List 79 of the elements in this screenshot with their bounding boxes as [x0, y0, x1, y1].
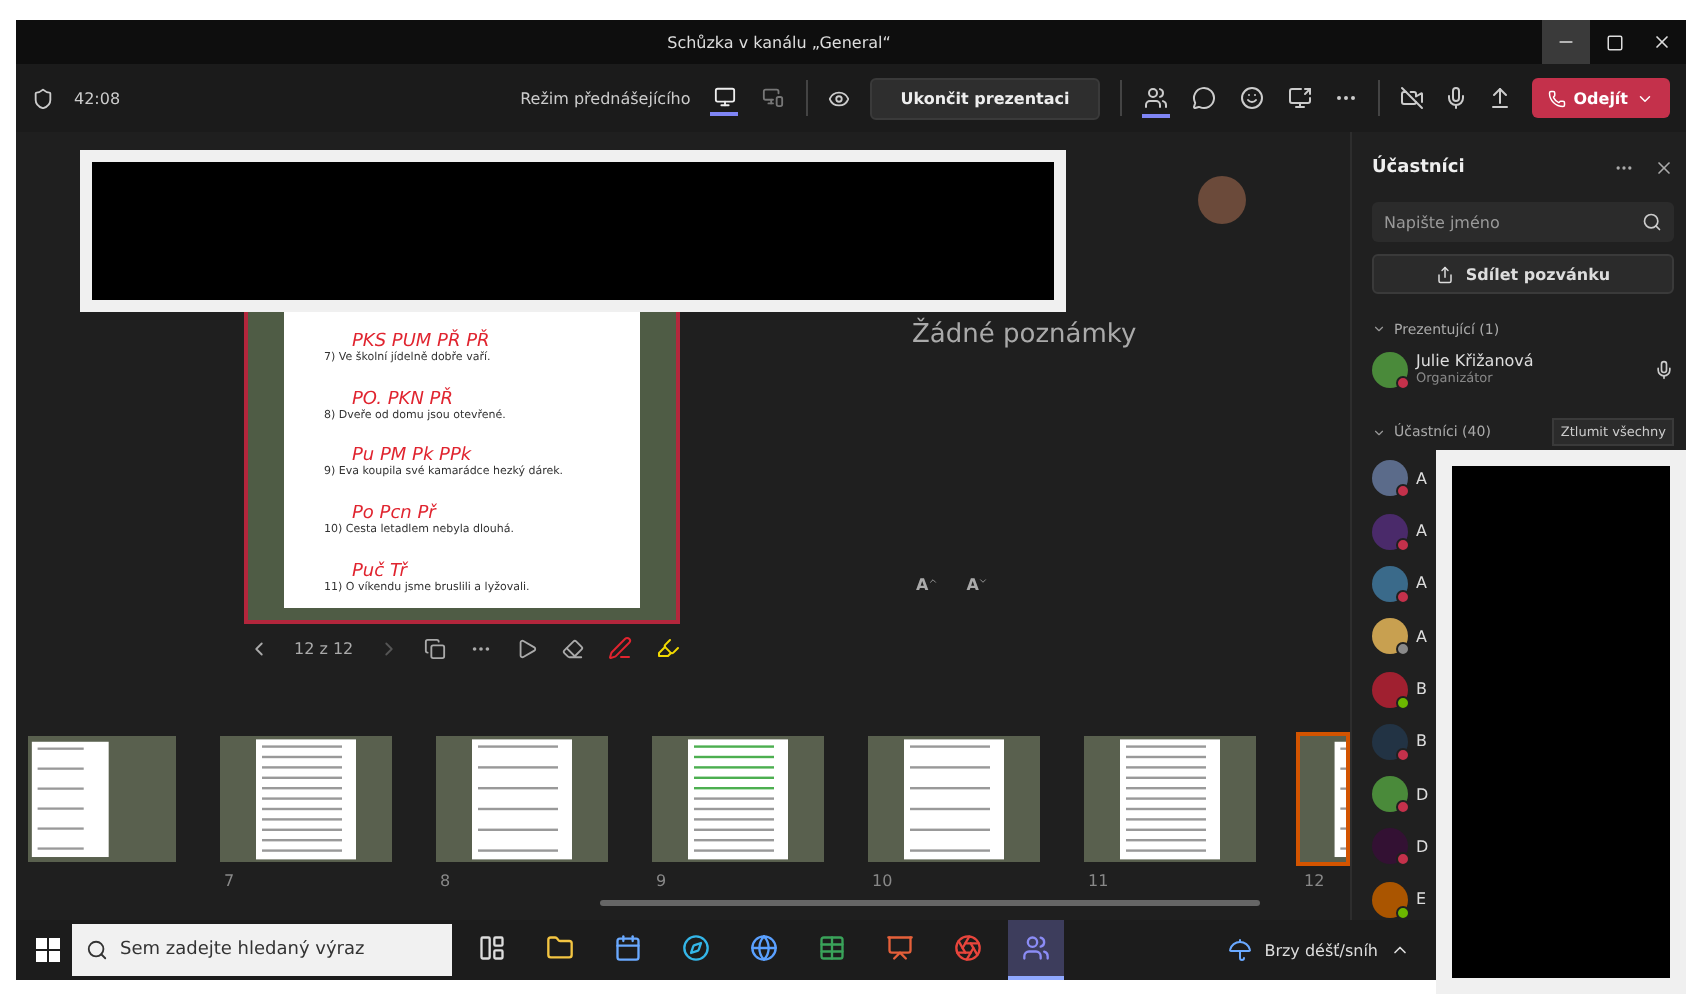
slide-counter: 12 z 12	[294, 639, 354, 657]
handwritten-note: PO. PKN PŘ	[352, 389, 454, 410]
phone-icon	[1547, 89, 1566, 107]
slide-thumbnail[interactable]	[432, 732, 612, 867]
participant-name: A	[1416, 574, 1427, 593]
handwritten-note: Puč Tř	[352, 562, 408, 583]
slide-number: 12	[1304, 872, 1325, 891]
meeting-timer: 42:08	[74, 89, 121, 107]
slide-number: 9	[656, 872, 667, 891]
slide-number: 11	[1088, 872, 1109, 891]
slide-number: 8	[440, 872, 451, 891]
caret-up-icon	[928, 576, 939, 586]
participant-name: B	[1416, 732, 1427, 751]
slide-thumbnail[interactable]	[216, 732, 396, 867]
participant-name: A	[1416, 469, 1427, 488]
people-icon	[1143, 85, 1168, 109]
handwritten-note: PKS PUM PŘ PŘ	[350, 331, 492, 352]
participant-name: Julie Křižanová	[1416, 352, 1534, 371]
search-field[interactable]: Napište jméno	[1372, 202, 1674, 243]
search-icon	[1642, 212, 1662, 233]
reactions-icon	[1239, 85, 1264, 109]
caret-icon[interactable]	[1372, 425, 1386, 440]
slides-icon	[886, 934, 914, 962]
pen-icon[interactable]	[607, 636, 632, 660]
participant-name: E	[1416, 890, 1427, 909]
copy-icon[interactable]	[423, 637, 446, 659]
slide-number: 10	[872, 872, 893, 891]
share-invite-button[interactable]: Sdílet pozvánku	[1372, 254, 1674, 294]
globe-icon	[750, 934, 778, 962]
participant-name: D	[1416, 785, 1429, 804]
presenter-mode-label: Režim přednášejícího	[520, 89, 691, 107]
leave-button[interactable]: Odejít	[1531, 78, 1670, 118]
monitor-icon	[713, 86, 736, 108]
camera-off-icon[interactable]	[1399, 86, 1424, 110]
window-title: Schůzka v kanálu „General“	[665, 33, 893, 51]
participant-name: D	[1416, 837, 1429, 856]
eraser-icon[interactable]	[561, 637, 584, 659]
participant-name: A	[1416, 522, 1427, 541]
slide-thumbnail[interactable]	[864, 732, 1044, 867]
share-icon[interactable]	[1487, 86, 1512, 110]
panel-title: Účastníci	[1372, 157, 1465, 178]
handwritten-note: Po Pcn Př	[352, 504, 437, 525]
close-icon[interactable]	[1654, 157, 1674, 178]
search-field[interactable]: Sem zadejte hledaný výraz	[72, 924, 452, 976]
stop-presenting-button[interactable]: Ukončit prezentaci	[870, 77, 1100, 119]
notes-field[interactable]: Žádné poznámky	[912, 320, 1350, 350]
sheet-icon	[818, 934, 846, 962]
participant-name: A	[1416, 627, 1427, 646]
shield-icon	[32, 87, 54, 109]
caret-icon[interactable]	[1372, 322, 1386, 337]
participant-name: B	[1416, 680, 1427, 699]
microphone-icon	[1654, 359, 1674, 380]
highlighter-icon[interactable]	[655, 636, 680, 660]
close-icon	[1652, 32, 1672, 52]
monitor-icon	[761, 86, 784, 108]
slide-thumbnail[interactable]	[1080, 732, 1260, 867]
handwritten-note: Pu PM Pk PPk	[352, 446, 472, 467]
weather-text: Brzy déšť/sníh	[1264, 941, 1378, 959]
rooms-icon	[1287, 85, 1312, 109]
maximize-icon	[1605, 33, 1623, 51]
caret-down-icon	[978, 576, 989, 586]
pointer-icon[interactable]	[515, 637, 538, 659]
folder-icon	[546, 934, 574, 962]
search-icon	[86, 939, 108, 961]
microphone-icon[interactable]	[1443, 86, 1468, 110]
slide-thumbnail[interactable]	[24, 732, 180, 867]
chat-icon	[1191, 85, 1216, 109]
eye-icon[interactable]	[828, 87, 851, 109]
font-increase-button[interactable]: A	[912, 576, 943, 594]
share-icon	[1435, 265, 1454, 284]
calendar-icon	[614, 934, 642, 962]
avatar	[1198, 176, 1246, 224]
scrollbar[interactable]	[600, 900, 1260, 906]
umbrella-icon	[1228, 938, 1253, 962]
slide-thumbnail[interactable]	[648, 732, 828, 867]
slide-number: 7	[224, 872, 235, 891]
slide-thumbnail[interactable]	[1296, 732, 1350, 867]
font-decrease-button[interactable]: A	[962, 576, 993, 594]
windows-icon[interactable]	[36, 938, 60, 962]
